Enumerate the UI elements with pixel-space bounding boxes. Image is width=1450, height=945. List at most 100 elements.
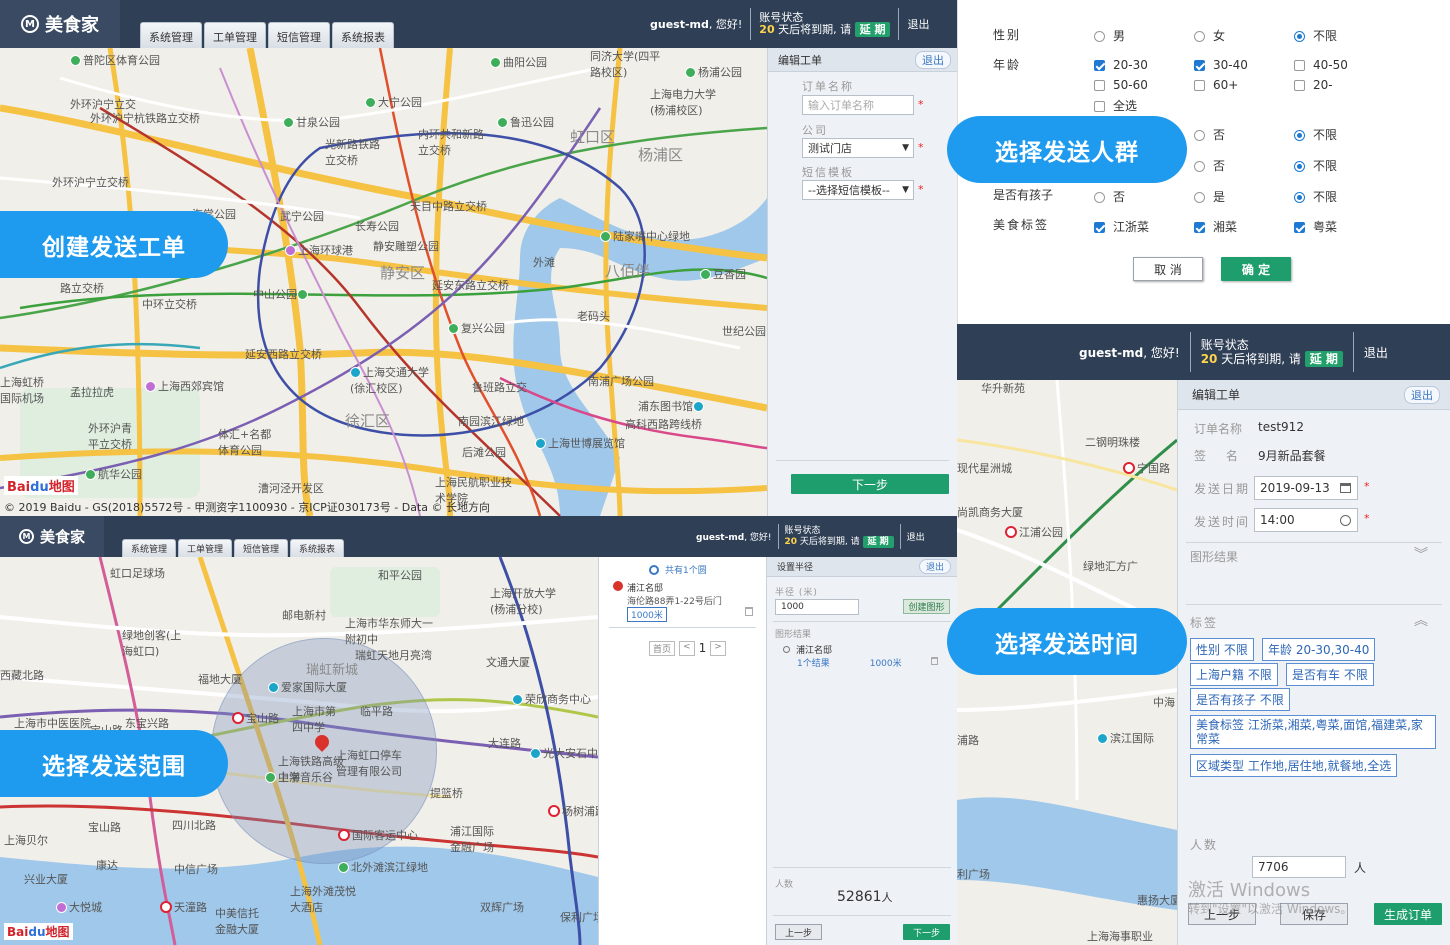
map-label: 惠扬大厦 bbox=[1137, 894, 1177, 907]
template-select[interactable]: --选择短信模板-- ▼ bbox=[802, 180, 914, 200]
age-select-all[interactable]: 全选 bbox=[1094, 97, 1137, 114]
tab-system[interactable]: 系统管理 bbox=[122, 539, 177, 557]
option-any[interactable]: 不限 bbox=[1294, 157, 1337, 174]
map-label: 延安西路立交桥 bbox=[245, 348, 322, 361]
account-status-label: 账号状态 bbox=[784, 525, 821, 536]
exit-button[interactable]: 退出 bbox=[915, 50, 951, 69]
next-step-button[interactable]: 下一步 bbox=[903, 924, 950, 940]
age-50-60[interactable]: 50-60 bbox=[1094, 78, 1148, 92]
map-label: 上海贝尔 bbox=[4, 834, 48, 847]
gender-female[interactable]: 女 bbox=[1194, 27, 1225, 44]
confirm-button[interactable]: 确 定 bbox=[1221, 257, 1291, 281]
send-date-input[interactable]: 2019-09-13 bbox=[1254, 476, 1358, 500]
tab-reports[interactable]: 系统报表 bbox=[332, 22, 394, 48]
chevron-up-icon[interactable]: ︽ bbox=[1414, 610, 1428, 630]
result-item[interactable]: 浦江名邸 1个结果 1000米 bbox=[783, 643, 948, 669]
people-label: 人数 bbox=[775, 880, 794, 890]
pager-next[interactable]: > bbox=[710, 641, 726, 656]
map-view[interactable]: 普陀区体育公园 曲阳公园 同济大学(四平路校区) 杨浦公园 外环沪宁立交 外环沪… bbox=[0, 48, 767, 516]
trash-icon[interactable] bbox=[931, 657, 938, 665]
map-label: 双辉广场 bbox=[480, 901, 524, 914]
map-label: 光大安石中心 bbox=[530, 745, 598, 761]
nav-account: guest-md, 您好! 账号状态 20 天后将到期, 请 延 期 退出 bbox=[696, 516, 925, 557]
generate-order-button[interactable]: 生成订单 bbox=[1374, 903, 1442, 925]
trash-icon[interactable] bbox=[745, 607, 753, 616]
list-item[interactable]: 浦江名邸 海伦路88弄1-22号后门 1000米 bbox=[613, 581, 753, 622]
logo-icon: M bbox=[21, 15, 39, 33]
map-label: 南园滨江绿地 bbox=[458, 415, 524, 428]
age-20-30[interactable]: 20-30 bbox=[1094, 58, 1148, 72]
map-label: 国际客运中心 bbox=[338, 827, 418, 843]
logout-link[interactable]: 退出 bbox=[907, 530, 925, 543]
chevron-down-icon[interactable]: ︾ bbox=[1414, 544, 1428, 564]
send-time-input[interactable]: 14:00 bbox=[1254, 508, 1358, 532]
map-label: 陆家嘴中心绿地 bbox=[600, 228, 690, 244]
side-header: 编辑工单 退出 bbox=[768, 48, 957, 72]
logout-link[interactable]: 退出 bbox=[1364, 344, 1388, 361]
user-name: guest-md bbox=[1079, 345, 1144, 360]
brand-logo[interactable]: M 美食家 bbox=[0, 516, 104, 557]
tab-workorder[interactable]: 工单管理 bbox=[204, 22, 266, 48]
extend-button[interactable]: 延 期 bbox=[854, 22, 891, 37]
search-icon bbox=[783, 646, 790, 653]
exit-button[interactable]: 退出 bbox=[918, 559, 951, 574]
map-label: 路立交桥 bbox=[60, 282, 104, 295]
age-40-50[interactable]: 40-50 bbox=[1294, 58, 1348, 72]
map-label: 爱家国际大厦 bbox=[268, 679, 347, 695]
company-select[interactable]: 测试门店 ▼ bbox=[802, 138, 914, 158]
gender-male[interactable]: 男 bbox=[1094, 27, 1125, 44]
kids-yes[interactable]: 是 bbox=[1194, 188, 1225, 205]
gender-any[interactable]: 不限 bbox=[1294, 27, 1337, 44]
cancel-button[interactable]: 取 消 bbox=[1133, 257, 1203, 281]
logout-link[interactable]: 退出 bbox=[907, 16, 929, 32]
chevron-down-icon: ▼ bbox=[902, 185, 909, 195]
radius-input[interactable]: 1000 bbox=[775, 599, 859, 615]
option-any[interactable]: 不限 bbox=[1294, 126, 1337, 143]
prev-step-button[interactable]: 上一步 bbox=[775, 924, 822, 940]
tab-reports[interactable]: 系统报表 bbox=[290, 539, 345, 557]
checkbox-checked-icon bbox=[1294, 222, 1305, 233]
age-under-20[interactable]: 20- bbox=[1294, 78, 1333, 92]
tab-system[interactable]: 系统管理 bbox=[140, 22, 202, 48]
option-no[interactable]: 否 bbox=[1194, 126, 1225, 143]
map-label: 孟拉拉虎 bbox=[70, 386, 114, 399]
brand-logo[interactable]: M 美食家 bbox=[0, 0, 120, 48]
side-title: 编辑工单 bbox=[778, 53, 822, 67]
map-label: 杨树浦路 bbox=[548, 803, 598, 819]
kids-any[interactable]: 不限 bbox=[1294, 188, 1337, 205]
age-60-plus[interactable]: 60+ bbox=[1194, 78, 1238, 92]
map-label: 静安雕塑公园 bbox=[373, 240, 439, 253]
map-label: 长寿公园 bbox=[355, 220, 399, 233]
create-shape-button[interactable]: 创建图形 bbox=[903, 599, 950, 614]
map-label: 复兴公园 bbox=[448, 320, 505, 336]
tab-sms[interactable]: 短信管理 bbox=[234, 539, 289, 557]
food-jiangzhe[interactable]: 江浙菜 bbox=[1094, 218, 1149, 235]
radio-icon bbox=[1194, 130, 1205, 141]
age-30-40[interactable]: 30-40 bbox=[1194, 58, 1248, 72]
divider bbox=[773, 915, 951, 916]
order-name-label: 订单名称 bbox=[802, 80, 854, 93]
map-label: 宁国路 bbox=[1123, 460, 1170, 476]
next-step-button[interactable]: 下一步 bbox=[791, 474, 949, 494]
tab-sms[interactable]: 短信管理 bbox=[268, 22, 330, 48]
people-input[interactable]: 7706 bbox=[1252, 856, 1346, 878]
extend-button[interactable]: 延 期 bbox=[862, 535, 894, 548]
radio-checked-icon bbox=[1294, 31, 1305, 42]
tab-workorder[interactable]: 工单管理 bbox=[178, 539, 233, 557]
map-label: 航华公园 bbox=[85, 466, 142, 482]
banner-select-crowd: 选择发送人群 bbox=[947, 116, 1187, 183]
food-hunan[interactable]: 湘菜 bbox=[1194, 218, 1237, 235]
exit-button[interactable]: 退出 bbox=[1404, 385, 1440, 404]
order-name-input[interactable]: 输入订单名称 bbox=[802, 95, 914, 115]
kids-no[interactable]: 否 bbox=[1094, 188, 1125, 205]
pager-first[interactable]: 首页 bbox=[649, 641, 676, 656]
radio-icon bbox=[1194, 161, 1205, 172]
map-label: 上海外滩茂悦大酒店 bbox=[290, 885, 356, 914]
food-cantonese[interactable]: 粤菜 bbox=[1294, 218, 1337, 235]
extend-button[interactable]: 延 期 bbox=[1304, 351, 1343, 367]
pager-prev[interactable]: < bbox=[679, 641, 695, 656]
map-label: 四川北路 bbox=[172, 819, 216, 832]
map-label: 鲁迅公园 bbox=[497, 114, 554, 130]
map-label: 上海虹口停车管理有限公司 bbox=[336, 749, 402, 778]
option-no[interactable]: 否 bbox=[1194, 157, 1225, 174]
